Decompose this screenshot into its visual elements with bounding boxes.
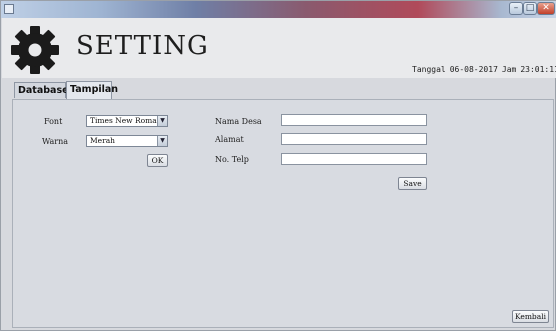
tab-database[interactable]: Database bbox=[14, 82, 69, 98]
settings-window: – □ ✕ SETTING Tanggal 06-08-2017 Jam 23:01:… bbox=[0, 0, 556, 331]
tampilan-panel: Font Times New Roman ▼ Warna Merah ▼ OK … bbox=[12, 99, 554, 328]
font-select-value: Times New Roman bbox=[90, 116, 162, 125]
no-telp-label: No. Telp bbox=[215, 155, 249, 164]
warna-select[interactable]: Merah ▼ bbox=[86, 135, 168, 147]
gear-icon bbox=[11, 26, 59, 74]
alamat-label: Alamat bbox=[215, 135, 244, 144]
tab-tampilan[interactable]: Tampilan bbox=[66, 81, 118, 99]
maximize-button[interactable]: □ bbox=[523, 2, 537, 15]
no-telp-field[interactable] bbox=[281, 153, 427, 165]
date-label: Tanggal bbox=[412, 65, 446, 74]
chevron-down-icon[interactable]: ▼ bbox=[157, 116, 167, 126]
warna-select-value: Merah bbox=[90, 136, 116, 145]
page-title: SETTING bbox=[76, 31, 209, 61]
date-value: 06-08-2017 bbox=[449, 65, 498, 74]
close-button[interactable]: ✕ bbox=[537, 2, 555, 15]
kembali-button[interactable]: Kembali bbox=[512, 310, 549, 323]
save-button[interactable]: Save bbox=[398, 177, 427, 190]
time-value: 23:01:11 bbox=[520, 65, 556, 74]
chevron-down-icon[interactable]: ▼ bbox=[157, 136, 167, 146]
alamat-field[interactable] bbox=[281, 133, 427, 145]
time-label: Jam bbox=[501, 65, 517, 74]
nama-desa-label: Nama Desa bbox=[215, 117, 262, 126]
app-icon bbox=[4, 4, 14, 14]
nama-desa-field[interactable] bbox=[281, 114, 427, 126]
warna-label: Warna bbox=[42, 137, 69, 146]
font-select[interactable]: Times New Roman ▼ bbox=[86, 115, 168, 127]
font-label: Font bbox=[44, 117, 63, 126]
minimize-button[interactable]: – bbox=[509, 2, 523, 15]
page-header: SETTING Tanggal 06-08-2017 Jam 23:01:11 bbox=[2, 18, 556, 78]
ok-button[interactable]: OK bbox=[147, 154, 168, 167]
title-bar[interactable]: – □ ✕ bbox=[1, 1, 556, 18]
datetime-display: Tanggal 06-08-2017 Jam 23:01:11 bbox=[412, 65, 556, 74]
